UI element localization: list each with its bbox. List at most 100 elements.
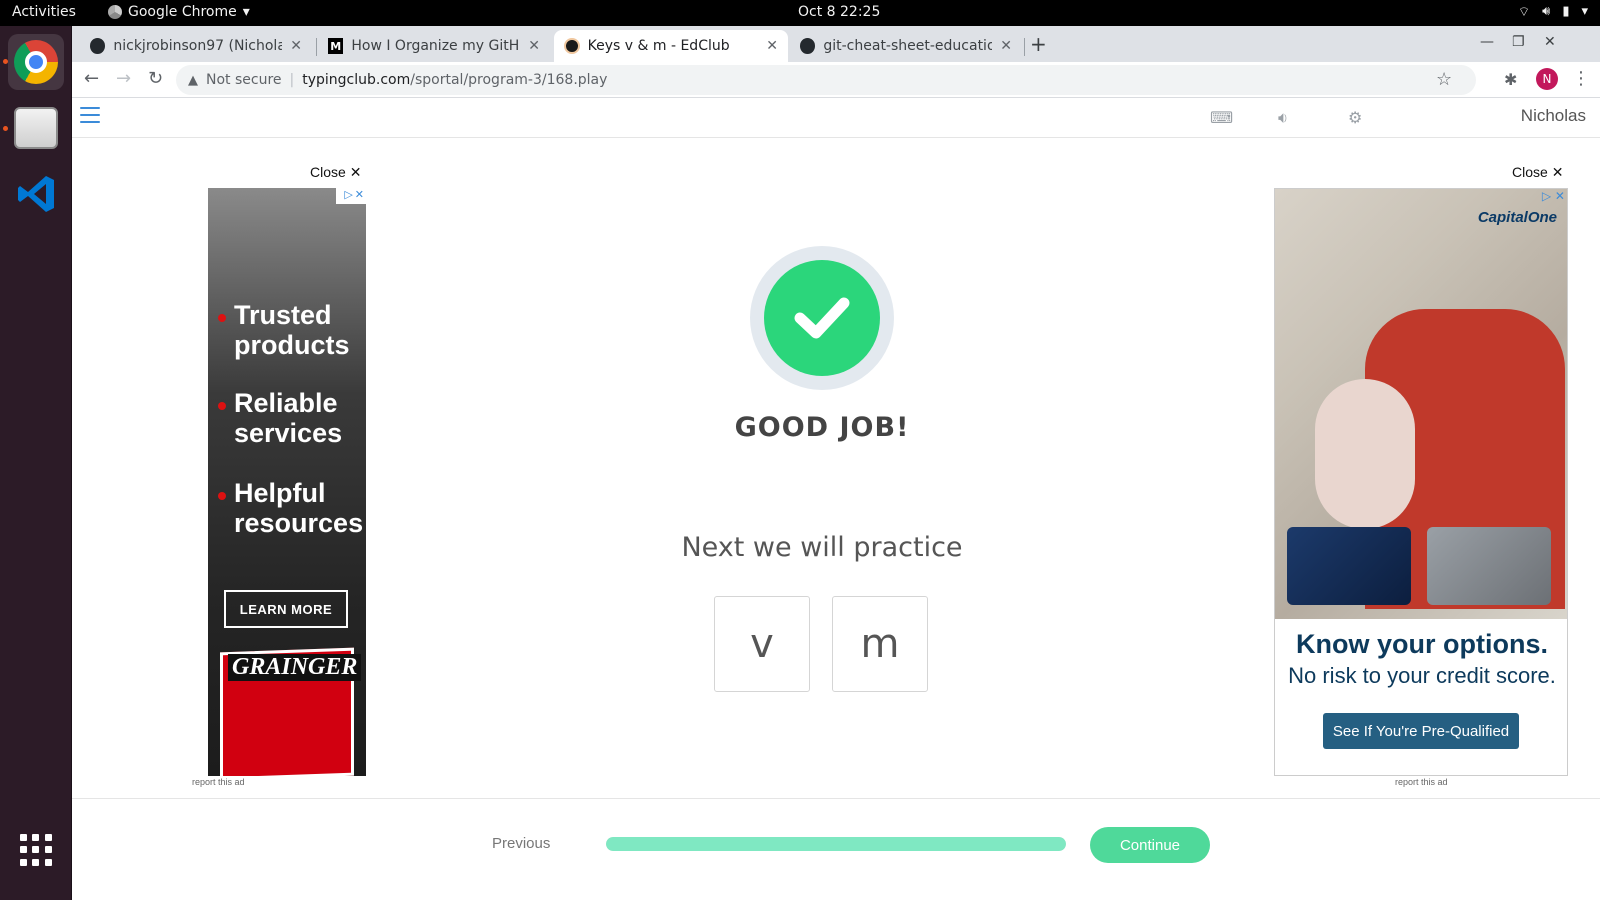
ad-headline: Know your options. — [1296, 629, 1548, 659]
battery-icon: ▮ — [1562, 4, 1570, 19]
username[interactable]: Nicholas — [1521, 106, 1586, 126]
reload-button[interactable]: ↻ — [148, 68, 163, 89]
ad-learn-more-button[interactable]: LEARN MORE — [224, 590, 348, 628]
edclub-icon — [564, 38, 580, 54]
security-label[interactable]: Not secure — [206, 72, 282, 88]
ad-bullet: Helpful resources — [218, 478, 364, 538]
practice-key-v: v — [714, 596, 810, 692]
tab-title: How I Organize my GitHub — [351, 38, 521, 54]
site-header: ⌨ 🔉︎ ⚙ Nicholas — [72, 98, 1600, 138]
bookmark-star-icon[interactable]: ☆ — [1436, 69, 1452, 90]
credit-card-image — [1427, 527, 1551, 605]
forward-button[interactable]: → — [116, 68, 131, 89]
ad-close-label: Close — [1512, 164, 1548, 180]
dock-files[interactable] — [8, 100, 64, 156]
adchoices-icon[interactable]: ▷ ✕ — [1542, 189, 1565, 203]
next-practice-label: Next we will practice — [681, 532, 963, 563]
ad-left-close-button[interactable]: Close ✕ — [310, 164, 361, 181]
dock-chrome[interactable] — [8, 34, 64, 90]
show-applications-icon[interactable] — [20, 834, 52, 866]
chevron-down-icon: ▾ — [1581, 4, 1588, 19]
adchoices-icon[interactable]: ▷ ✕ — [336, 188, 366, 204]
app-menu-label: Google Chrome — [128, 4, 237, 20]
chrome-menu-icon[interactable]: ⋮ — [1572, 68, 1590, 89]
chrome-small-icon — [108, 5, 122, 19]
ad-close-label: Close — [310, 164, 346, 180]
settings-gear-icon[interactable]: ⚙ — [1348, 108, 1362, 127]
clock[interactable]: Oct 8 22:25 — [798, 4, 880, 20]
chrome-window: nickjrobinson97 (Nicholas ✕ M How I Orga… — [72, 26, 1600, 900]
progress-fill — [606, 837, 1066, 851]
tab-separator — [316, 38, 317, 56]
capital-one-logo: CapitalOne — [1477, 209, 1557, 226]
sound-icon[interactable]: 🔉︎ — [1278, 108, 1288, 128]
result-heading: GOOD JOB! — [734, 412, 910, 443]
tab-title: git-cheat-sheet-education — [823, 38, 993, 54]
ad-subline: No risk to your credit score. — [1288, 663, 1556, 688]
previous-button[interactable]: Previous — [492, 835, 550, 852]
success-badge — [750, 246, 894, 390]
tab-edclub[interactable]: Keys v & m - EdClub ✕ — [554, 30, 788, 62]
tab-medium-article[interactable]: M How I Organize my GitHub ✕ — [318, 30, 550, 62]
credit-card-image — [1287, 527, 1411, 605]
profile-avatar[interactable]: N — [1536, 68, 1558, 90]
volume-icon: 🔊︎ — [1542, 4, 1551, 19]
tab-git-cheat-sheet[interactable]: git-cheat-sheet-education ✕ — [790, 30, 1022, 62]
wifi-icon: ⌔ — [1517, 5, 1531, 20]
browser-toolbar: ← → ↻ ▲ Not secure | typingclub.com /spo… — [72, 62, 1600, 98]
practice-key-m: m — [832, 596, 928, 692]
close-window-button[interactable]: ✕ — [1544, 34, 1556, 50]
success-circle — [764, 260, 880, 376]
activities-button[interactable]: Activities — [12, 4, 76, 20]
tab-github-profile[interactable]: nickjrobinson97 (Nicholas ✕ — [80, 30, 312, 62]
baby-figure — [1315, 379, 1415, 529]
medium-icon: M — [328, 38, 344, 54]
close-icon[interactable]: ✕ — [528, 38, 540, 54]
close-icon[interactable]: ✕ — [290, 38, 302, 54]
grainger-logo: GRAINGER — [228, 654, 362, 681]
checkmark-icon — [794, 297, 850, 339]
keyboard-icon[interactable]: ⌨ — [1210, 108, 1233, 127]
url-host[interactable]: typingclub.com — [302, 72, 410, 88]
ad-bullet: Reliable services — [218, 388, 344, 448]
address-bar[interactable]: ▲ Not secure | typingclub.com /sportal/p… — [176, 65, 1476, 95]
dock-vscode[interactable] — [8, 166, 64, 222]
ad-bullet-text: Helpful resources — [234, 478, 364, 538]
app-menu[interactable]: Google Chrome ▾ — [108, 4, 250, 20]
tab-title: nickjrobinson97 (Nicholas — [113, 38, 283, 54]
system-status-menu[interactable]: ⌔ 🔊︎ ▮ ▾ — [1518, 4, 1588, 20]
minimize-button[interactable]: — — [1480, 34, 1494, 50]
close-icon: ✕ — [1551, 164, 1564, 180]
page-content: ⌨ 🔉︎ ⚙ Nicholas Close ✕ ▷ ✕ Trusted produ… — [72, 98, 1600, 900]
url-path[interactable]: /sportal/program-3/168.play — [410, 72, 607, 88]
chrome-icon — [14, 40, 58, 84]
report-ad-link[interactable]: report this ad — [1395, 777, 1448, 787]
close-icon[interactable]: ✕ — [766, 38, 778, 54]
lesson-nav-bar: Previous Continue — [72, 798, 1600, 900]
close-icon: ✕ — [349, 164, 362, 180]
report-ad-link[interactable]: report this ad — [192, 777, 245, 787]
restore-button[interactable]: ❐ — [1512, 34, 1525, 50]
back-button[interactable]: ← — [84, 68, 99, 89]
tab-strip: nickjrobinson97 (Nicholas ✕ M How I Orga… — [72, 26, 1600, 62]
ad-photo — [1275, 189, 1567, 619]
lesson-progress-bar — [606, 837, 1066, 851]
close-icon[interactable]: ✕ — [1000, 38, 1012, 54]
new-tab-button[interactable]: + — [1030, 32, 1047, 56]
chevron-down-icon: ▾ — [242, 4, 250, 20]
ad-bullet-text: Reliable services — [234, 388, 343, 448]
ad-right-close-button[interactable]: Close ✕ — [1512, 164, 1563, 181]
warning-icon[interactable]: ▲ — [188, 73, 198, 88]
github-icon — [800, 38, 816, 54]
ad-right[interactable]: ▷ ✕ CapitalOne Know your options. No ris… — [1274, 188, 1568, 776]
tab-title: Keys v & m - EdClub — [587, 38, 730, 54]
continue-button[interactable]: Continue — [1090, 827, 1210, 863]
extensions-icon[interactable]: ✱ — [1504, 70, 1517, 89]
files-icon — [14, 107, 58, 149]
github-icon — [90, 38, 106, 54]
ad-left[interactable]: ▷ ✕ Trusted products Reliable services He… — [208, 188, 366, 776]
system-top-bar: Activities Google Chrome ▾ Oct 8 22:25 ⌔… — [0, 0, 1600, 26]
vscode-icon — [18, 176, 54, 212]
hamburger-menu-icon[interactable] — [80, 107, 100, 123]
ad-prequalify-button[interactable]: See If You're Pre-Qualified — [1323, 713, 1519, 749]
